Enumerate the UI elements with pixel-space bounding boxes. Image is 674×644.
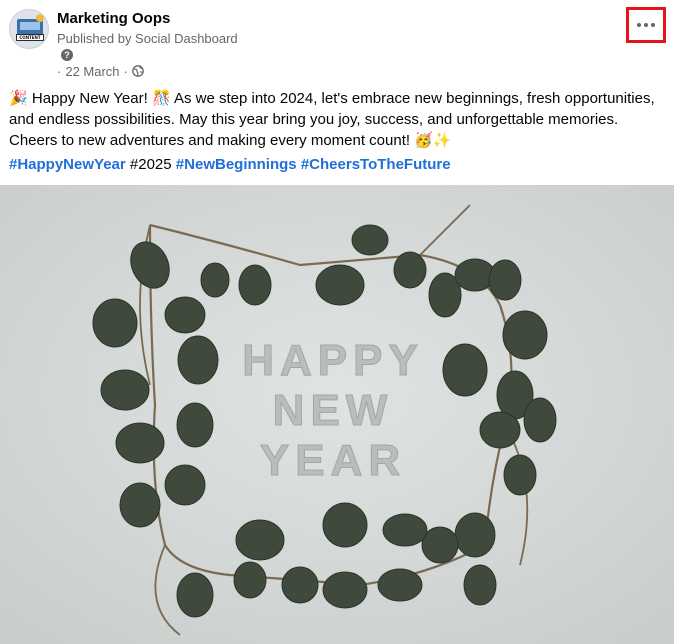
globe-icon <box>132 65 144 77</box>
more-options-button[interactable] <box>630 11 662 39</box>
post-header: CONTENT Marketing Oops Published by Soci… <box>0 0 674 82</box>
post-date-link[interactable]: 22 March <box>65 64 119 79</box>
hashtag-row: #HappyNewYear #2025 #NewBeginnings #Chee… <box>9 155 451 175</box>
post-text-part: Happy New Year! <box>27 90 152 107</box>
post-photo[interactable]: HAPPY NEW YEAR <box>0 185 674 644</box>
avatar-sparkle-icon <box>36 14 44 22</box>
avatar-label: CONTENT <box>16 34 44 41</box>
post-meta: · 22 March · <box>57 63 144 79</box>
party-popper-emoji: 🎉 <box>9 89 28 107</box>
more-horizontal-icon <box>644 23 648 27</box>
question-icon[interactable]: ? <box>61 49 73 61</box>
published-by-text: Published by Social Dashboard <box>57 31 238 46</box>
hashtag-link[interactable]: #NewBeginnings <box>176 156 297 173</box>
page-name-link[interactable]: Marketing Oops <box>57 10 170 27</box>
confetti-emoji: 🎊 <box>151 89 171 107</box>
hashtag-link[interactable]: #HappyNewYear <box>9 156 126 173</box>
hashtag-text: #2025 <box>129 156 172 173</box>
photo-text-happy: HAPPY <box>242 336 424 385</box>
hashtag-link[interactable]: #CheersToTheFuture <box>301 156 451 173</box>
photo-text-year: YEAR <box>260 436 406 485</box>
party-face-emoji: 🥳✨ <box>414 131 452 149</box>
post-message: 🎉 Happy New Year! 🎊 As we step into 2024… <box>9 88 667 151</box>
page-avatar[interactable]: CONTENT <box>9 9 49 49</box>
meta-separator: · <box>57 63 62 79</box>
meta-separator: · <box>123 63 128 79</box>
more-horizontal-icon <box>651 23 655 27</box>
photo-text-new: NEW <box>273 386 394 435</box>
more-horizontal-icon <box>637 23 641 27</box>
photo-illustration: HAPPY NEW YEAR <box>0 185 674 644</box>
